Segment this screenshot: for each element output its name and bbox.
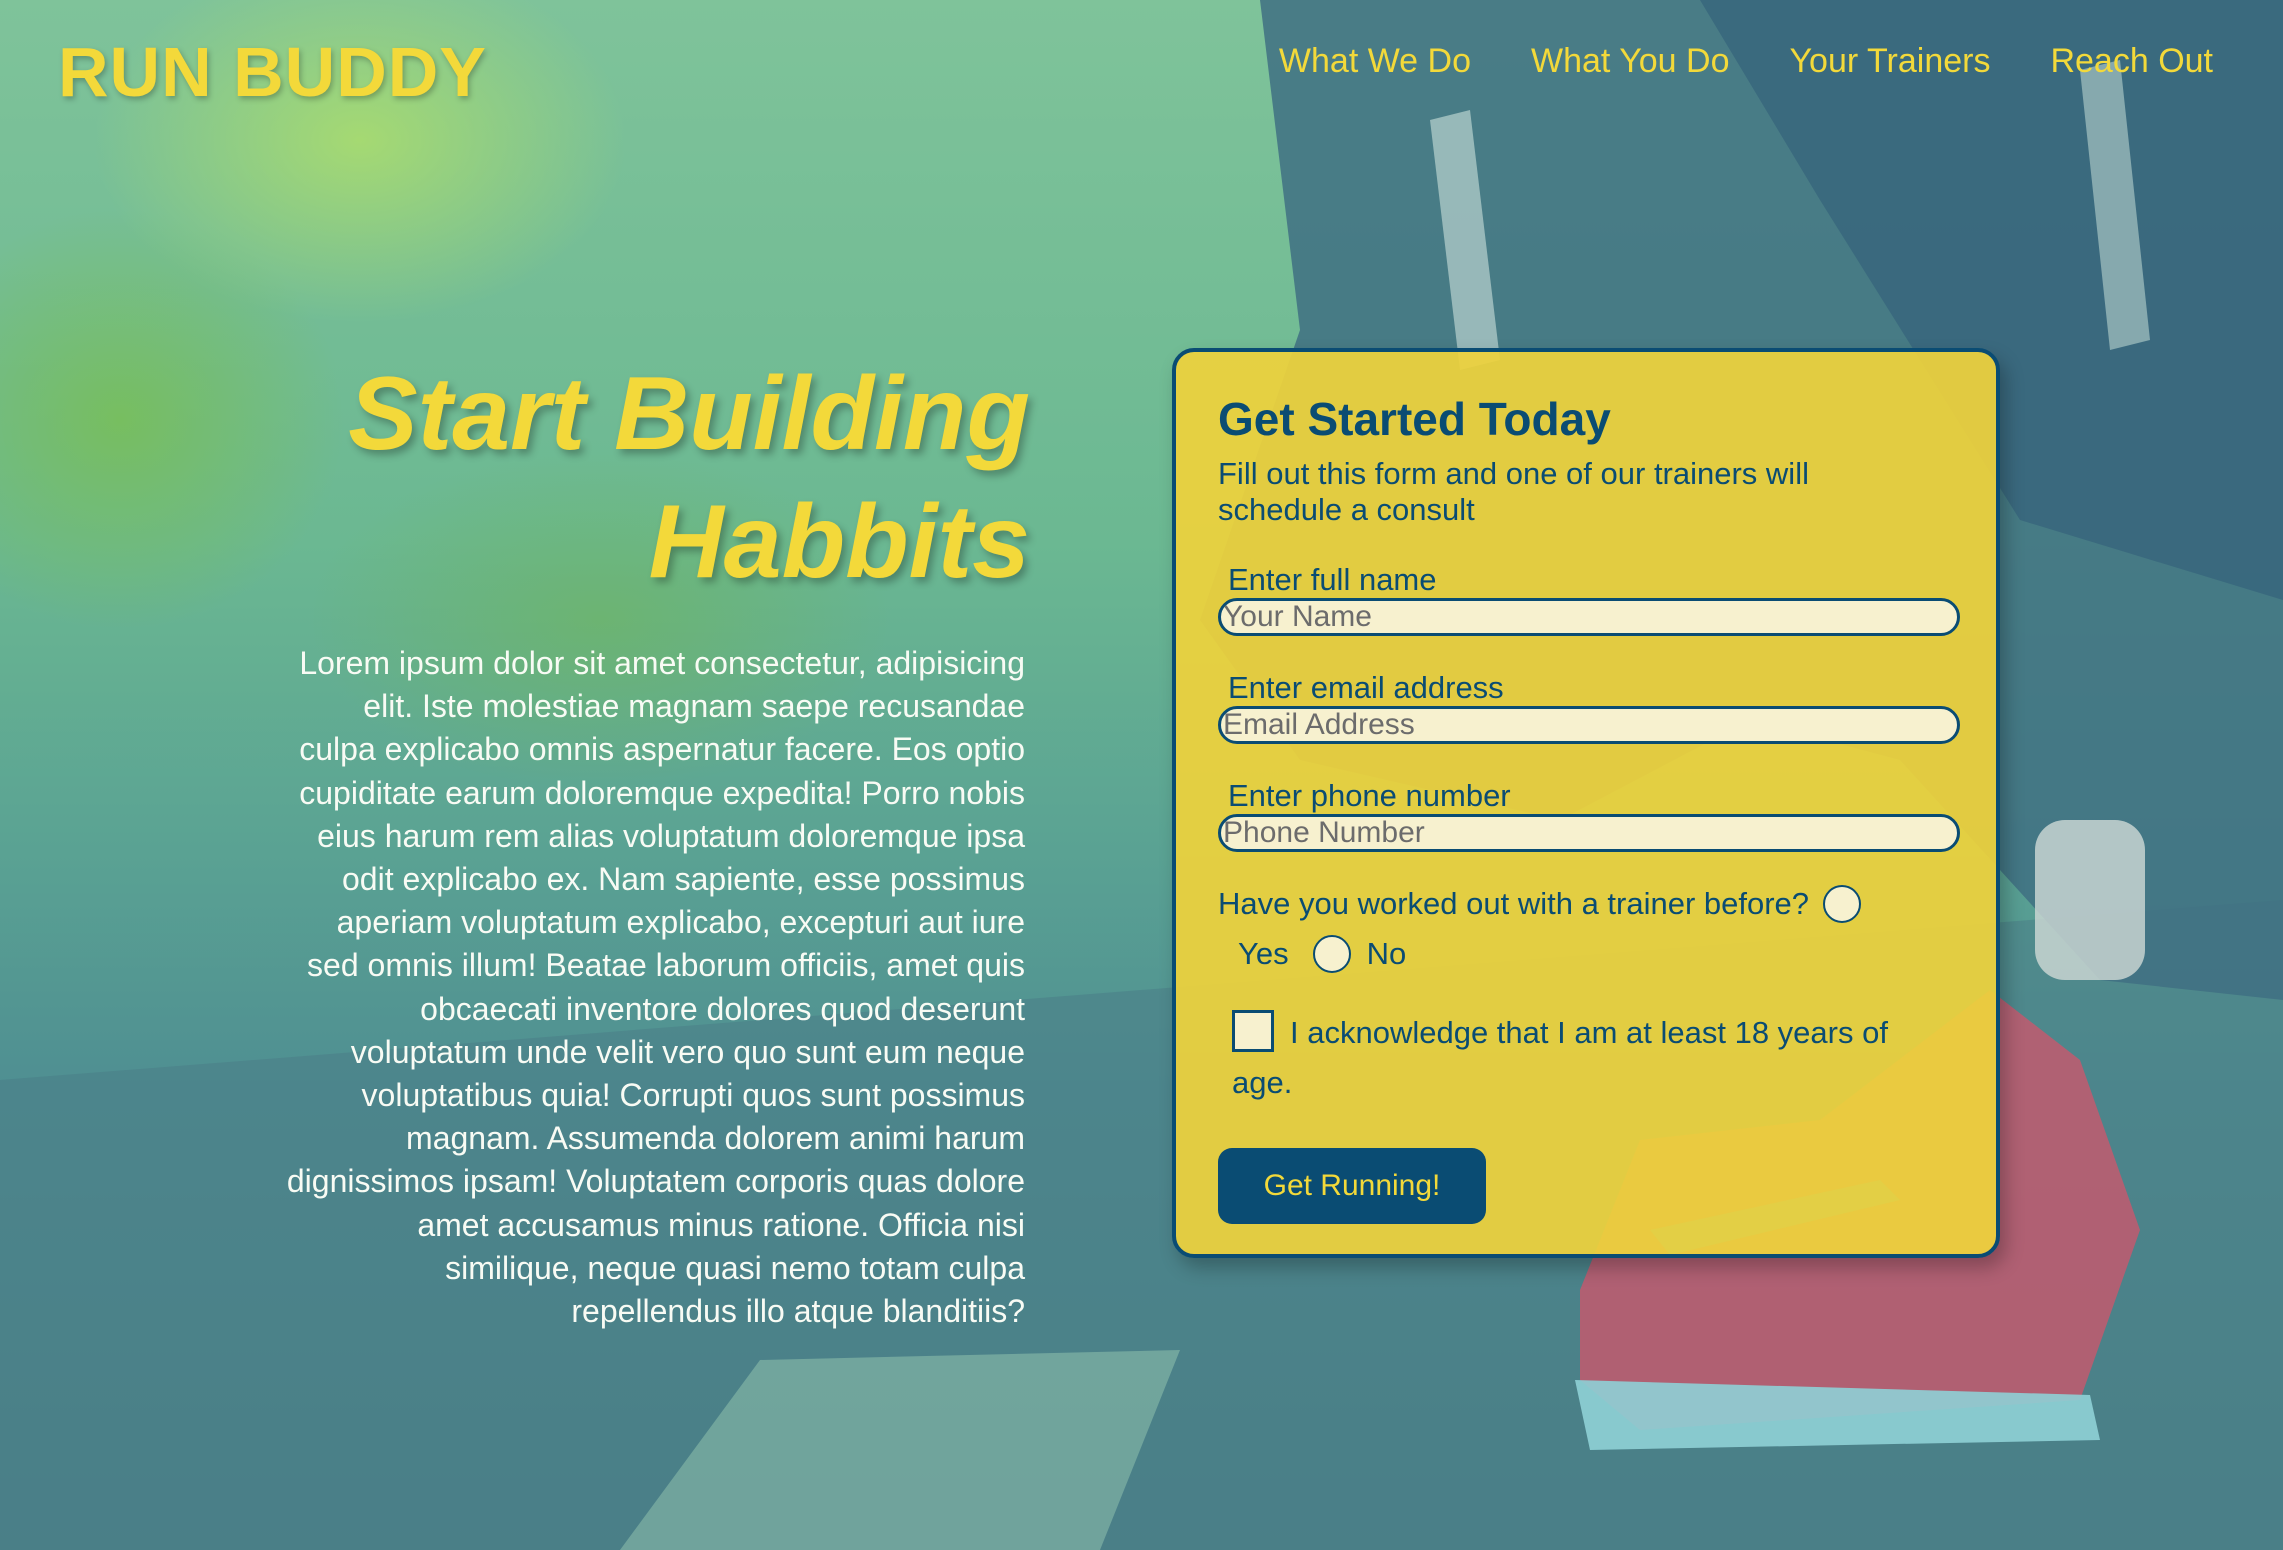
nav-link-what-we-do[interactable]: What We Do: [1279, 42, 1471, 81]
ack-line2: age.: [1232, 1065, 1293, 1100]
get-running-button[interactable]: Get Running!: [1218, 1148, 1486, 1224]
radio-no[interactable]: [1312, 935, 1351, 973]
radio-no-label: No: [1366, 936, 1407, 971]
nav-link-what-you-do[interactable]: What You Do: [1531, 42, 1729, 81]
age-checkbox[interactable]: [1232, 1010, 1274, 1052]
nav-link-reach-out[interactable]: Reach Out: [2050, 42, 2213, 81]
email-input[interactable]: [1218, 706, 1960, 744]
trainer-question-group: Have you worked out with a trainer befor…: [1218, 884, 1954, 974]
form-heading: Get Started Today: [1218, 393, 1611, 445]
email-label: Enter email address: [1228, 670, 1504, 705]
age-acknowledgement-text: I acknowledge that I am at least 18 year…: [1232, 1008, 1930, 1108]
radio-yes[interactable]: [1823, 885, 1862, 923]
phone-label: Enter phone number: [1228, 778, 1511, 813]
ack-line1: I acknowledge that I am at least 18 year…: [1290, 1015, 1888, 1050]
nav-link-your-trainers[interactable]: Your Trainers: [1790, 42, 1991, 81]
full-name-input[interactable]: [1218, 598, 1960, 636]
hero-title: Start Building Habbits: [230, 350, 1030, 606]
page: RUN BUDDY What We Do What You Do Your Tr…: [0, 0, 2283, 1550]
get-started-form: Get Started Today Fill out this form and…: [1172, 348, 2000, 1258]
main-nav: What We Do What You Do Your Trainers Rea…: [1279, 42, 2213, 81]
hero-body-text: Lorem ipsum dolor sit amet consectetur, …: [286, 645, 1025, 1330]
trainer-question-label: Have you worked out with a trainer befor…: [1218, 886, 1810, 921]
brand-logo[interactable]: RUN BUDDY: [58, 32, 487, 112]
phone-input[interactable]: [1218, 814, 1960, 852]
hero-title-line1: Start Building: [348, 356, 1030, 472]
full-name-label: Enter full name: [1228, 562, 1437, 597]
radio-yes-label: Yes: [1238, 936, 1289, 971]
age-acknowledgement: I acknowledge that I am at least 18 year…: [1218, 1008, 1954, 1108]
hero-title-line2: Habbits: [648, 484, 1030, 600]
form-subheading: Fill out this form and one of our traine…: [1218, 456, 1809, 527]
